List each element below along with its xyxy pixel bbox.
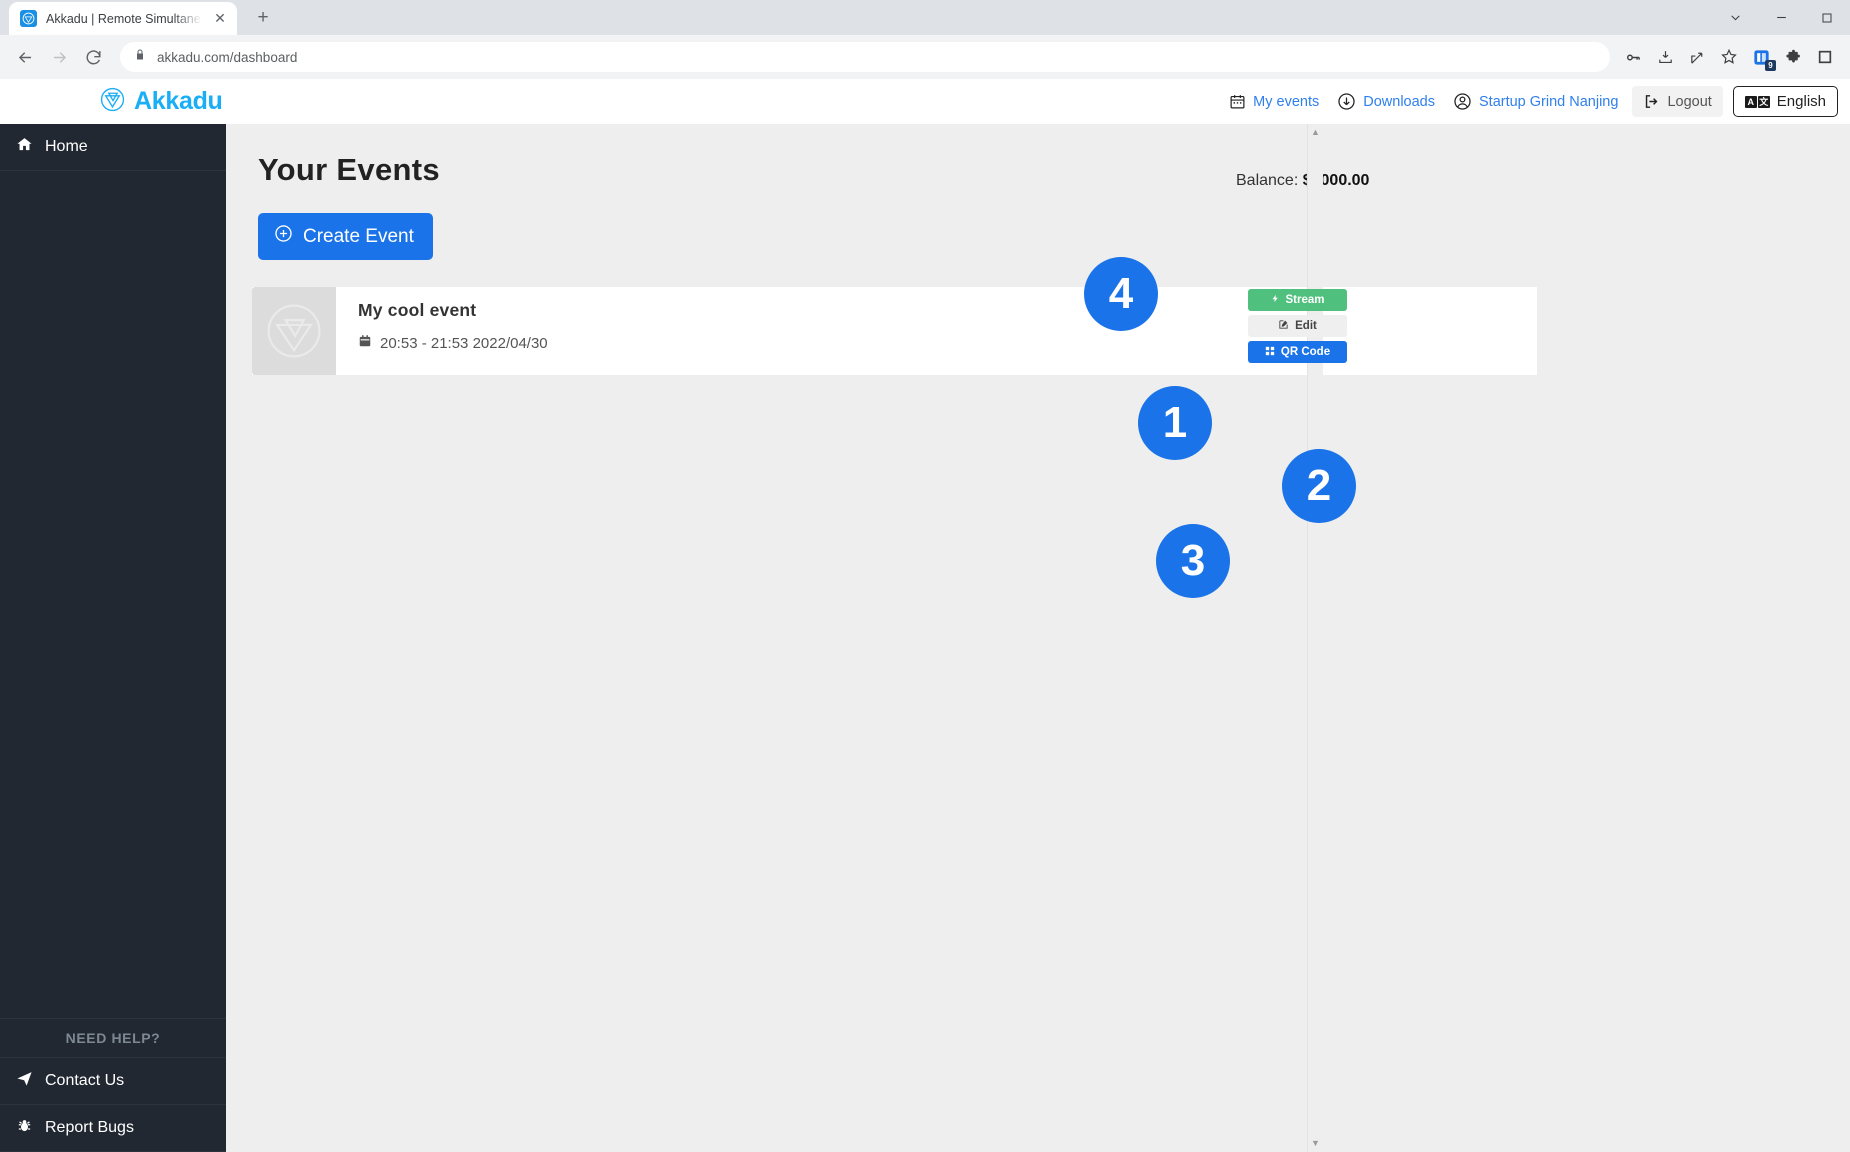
akkadu-favicon — [20, 10, 37, 27]
nav-my-events[interactable]: My events — [1220, 87, 1328, 116]
language-label: English — [1776, 93, 1826, 110]
content-scrollbar[interactable]: ▲ ▼ — [1307, 124, 1323, 1152]
lock-icon — [134, 48, 146, 66]
qr-code-button[interactable]: QR Code — [1248, 341, 1347, 363]
scroll-down-icon[interactable]: ▼ — [1311, 1139, 1320, 1148]
sidebar-help-heading: NEED HELP? — [0, 1018, 226, 1058]
stream-label: Stream — [1285, 294, 1325, 306]
logout-label: Logout — [1667, 93, 1712, 110]
profile-icon[interactable] — [1810, 42, 1840, 72]
event-thumbnail — [252, 287, 336, 375]
sidebar-item-contact-us[interactable]: Contact Us — [0, 1058, 226, 1105]
nav-downloads[interactable]: Downloads — [1328, 86, 1444, 117]
minimize-icon[interactable] — [1758, 0, 1804, 35]
reload-icon[interactable] — [78, 42, 108, 72]
sidebar-item-contact-us-label: Contact Us — [45, 1072, 125, 1089]
sidebar-item-report-bugs-label: Report Bugs — [45, 1119, 134, 1136]
paper-plane-icon — [16, 1070, 33, 1092]
annotation-badge-3: 3 — [1156, 524, 1230, 598]
event-actions: Stream Edit QR Code — [1248, 289, 1347, 363]
maximize-icon[interactable] — [1804, 0, 1850, 35]
close-icon[interactable]: ✕ — [211, 10, 229, 28]
calendar-icon — [1229, 93, 1246, 110]
chevron-down-icon[interactable] — [1712, 0, 1758, 35]
browser-tab-title: Akkadu | Remote Simultaneou — [46, 11, 202, 26]
event-date-text: 20:53 - 21:53 2022/04/30 — [380, 334, 548, 352]
home-icon — [16, 136, 33, 158]
nav-my-events-label: My events — [1253, 93, 1320, 110]
puzzle-extensions-icon[interactable] — [1778, 42, 1808, 72]
logout-button[interactable]: Logout — [1632, 86, 1723, 117]
extension-notes-icon[interactable]: 9 — [1746, 42, 1776, 72]
forward-icon[interactable] — [44, 42, 74, 72]
sidebar: Home NEED HELP? Contact Us Report Bugs — [0, 124, 226, 1152]
app-header: Akkadu My events Downloads Startup Grind — [0, 79, 1850, 124]
scroll-up-icon[interactable]: ▲ — [1311, 128, 1320, 137]
back-icon[interactable] — [10, 42, 40, 72]
download-circle-icon — [1337, 92, 1356, 111]
address-bar[interactable]: akkadu.com/dashboard — [120, 42, 1610, 72]
page-title: Your Events — [258, 152, 440, 187]
app-body: Home NEED HELP? Contact Us Report Bugs Y… — [0, 124, 1850, 1152]
translate-icon-cn: 文 — [1757, 95, 1770, 108]
bolt-icon — [1271, 293, 1280, 307]
browser-tab[interactable]: Akkadu | Remote Simultaneou ✕ — [9, 2, 237, 35]
main-content: Your Events Create Event Balance: $1000.… — [226, 124, 1850, 1152]
plus-circle-icon — [274, 224, 293, 249]
brand-name: Akkadu — [134, 87, 223, 115]
bug-icon — [16, 1117, 33, 1139]
event-date: 20:53 - 21:53 2022/04/30 — [358, 334, 1537, 352]
sidebar-item-report-bugs[interactable]: Report Bugs — [0, 1105, 226, 1152]
user-circle-icon — [1453, 92, 1472, 111]
qr-code-label: QR Code — [1280, 346, 1331, 358]
stream-button[interactable]: Stream — [1248, 289, 1347, 311]
calendar-icon — [358, 334, 372, 352]
annotation-badge-4: 4 — [1084, 257, 1158, 331]
window-controls — [1712, 0, 1850, 35]
sidebar-item-home[interactable]: Home — [0, 124, 226, 171]
balance: Balance: $1000.00 — [1236, 172, 1369, 190]
share-icon[interactable] — [1682, 42, 1712, 72]
translate-icon: A 文 — [1744, 95, 1770, 108]
event-title: My cool event — [358, 300, 477, 320]
nav-downloads-label: Downloads — [1363, 93, 1435, 110]
akkadu-logo — [100, 87, 125, 117]
akkadu-dashboard: Akkadu My events Downloads Startup Grind — [0, 79, 1850, 1152]
address-bar-url: akkadu.com/dashboard — [157, 49, 298, 65]
nav-account-label: Startup Grind Nanjing — [1479, 93, 1619, 110]
edit-label: Edit — [1295, 320, 1317, 332]
balance-label: Balance: — [1236, 172, 1299, 189]
brand[interactable]: Akkadu — [100, 87, 223, 117]
pencil-square-icon — [1278, 319, 1289, 333]
language-switcher[interactable]: A 文 English — [1732, 86, 1838, 117]
qr-icon — [1265, 346, 1275, 359]
create-event-label: Create Event — [303, 225, 414, 247]
edit-button[interactable]: Edit — [1248, 315, 1347, 337]
event-card-body: My cool event 20:53 - 21:53 2022/04/30 — [336, 287, 1537, 375]
browser-toolbar: akkadu.com/dashboard 9 — [0, 35, 1850, 79]
extension-badge: 9 — [1765, 60, 1776, 71]
nav-account[interactable]: Startup Grind Nanjing — [1444, 86, 1627, 117]
app-header-nav: My events Downloads Startup Grind Nanjin… — [1220, 86, 1838, 117]
new-tab-button[interactable]: + — [247, 2, 279, 34]
browser-tab-bar: Akkadu | Remote Simultaneou ✕ + — [0, 0, 1850, 35]
create-event-button[interactable]: Create Event — [258, 213, 433, 260]
logout-icon — [1643, 93, 1660, 110]
translate-icon-a: A — [1744, 95, 1757, 108]
annotation-badge-1: 1 — [1138, 386, 1212, 460]
annotation-badge-2: 2 — [1282, 449, 1356, 523]
browser-toolbar-icons: 9 — [1618, 42, 1840, 72]
bookmark-star-icon[interactable] — [1714, 42, 1744, 72]
download-icon[interactable] — [1650, 42, 1680, 72]
sidebar-item-home-label: Home — [45, 138, 88, 155]
key-icon[interactable] — [1618, 42, 1648, 72]
